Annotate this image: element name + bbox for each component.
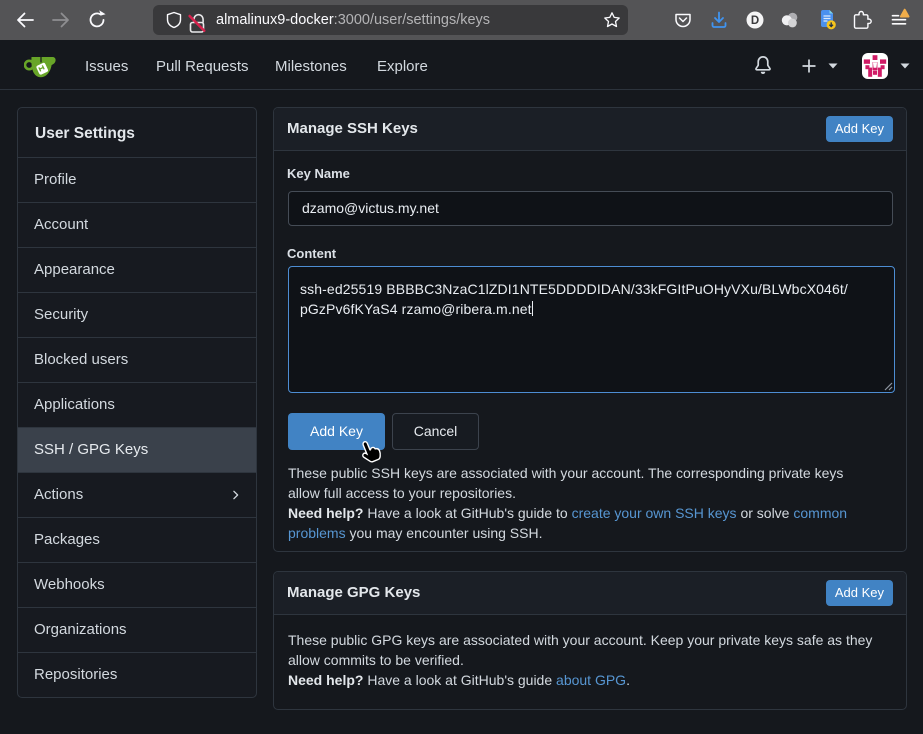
svg-text:D: D [751, 15, 759, 27]
